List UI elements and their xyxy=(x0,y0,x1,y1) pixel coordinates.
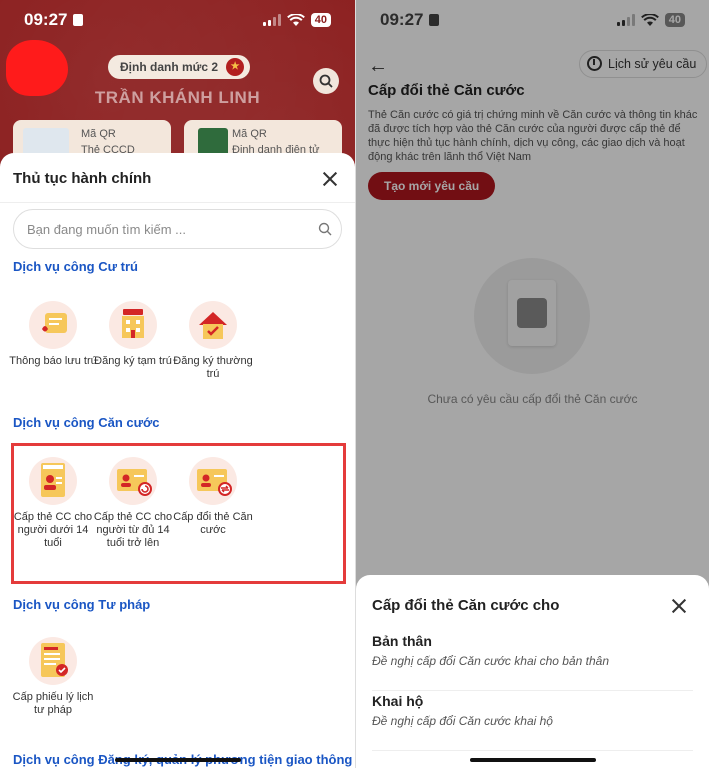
search-input-wrapper xyxy=(13,209,342,249)
sheet-header: Thủ tục hành chính xyxy=(0,153,355,203)
sheet-title: Cấp đổi thẻ Căn cước cho xyxy=(372,597,560,614)
status-time: 09:27 xyxy=(24,10,68,29)
renew-for-sheet: Cấp đổi thẻ Căn cước cho Bản thân Đề ngh… xyxy=(356,575,709,768)
status-bar: 09:27 40 xyxy=(0,0,355,40)
user-name: TRẦN KHÁNH LINH xyxy=(94,88,261,107)
search-icon xyxy=(319,74,333,88)
service-label: Đăng ký thường trú xyxy=(173,355,253,380)
qr-card-title: Mã QR xyxy=(81,128,116,140)
option-title: Bản thân xyxy=(372,633,432,649)
service-label: Đăng ký tạm trú xyxy=(94,355,172,367)
left-screen: 09:27 40 Định danh mức 2 ★ TRẦN KHÁNH LI… xyxy=(0,0,355,768)
qr-card-title: Mã QR xyxy=(232,128,267,140)
service-temporary-residence[interactable]: Đăng ký tạm trú xyxy=(88,301,178,368)
identity-level-badge[interactable]: Định danh mức 2 ★ xyxy=(108,55,251,79)
highlight-box xyxy=(11,443,346,584)
temporary-residence-icon xyxy=(109,301,157,349)
battery-icon: 40 xyxy=(310,13,331,27)
right-screen: 09:27 40 ← Lịch sử yêu cầu Cấp đổi thẻ C… xyxy=(356,0,709,768)
close-icon[interactable] xyxy=(668,595,690,617)
option-self[interactable]: Bản thân Đề nghị cấp đổi Căn cước khai c… xyxy=(372,633,693,691)
section-title-identity: Dịch vụ công Căn cước xyxy=(13,415,160,430)
close-icon[interactable] xyxy=(319,168,341,190)
search-input[interactable] xyxy=(27,221,305,237)
wifi-icon xyxy=(286,13,305,26)
identity-level-label: Định danh mức 2 xyxy=(120,60,219,74)
permanent-residence-icon xyxy=(189,301,237,349)
service-permanent-residence[interactable]: Đăng ký thường trú xyxy=(168,301,258,381)
service-label: Thông báo lưu trú xyxy=(9,355,97,367)
header-search-button[interactable] xyxy=(313,68,339,94)
section-title-judicial: Dịch vụ công Tư pháp xyxy=(13,597,151,612)
option-on-behalf[interactable]: Khai hộ Đề nghị cấp đổi Căn cước khai hộ xyxy=(372,693,693,751)
judicial-record-icon xyxy=(29,637,77,685)
signal-icon xyxy=(262,14,281,26)
service-label: Cấp phiếu lý lịch tư pháp xyxy=(12,691,94,716)
id-badge-icon xyxy=(73,14,84,26)
option-subtitle: Đề nghị cấp đổi Căn cước khai hộ xyxy=(372,714,553,728)
service-judicial-record[interactable]: Cấp phiếu lý lịch tư pháp xyxy=(8,637,98,717)
option-title: Khai hộ xyxy=(372,693,424,709)
shield-icon: ★ xyxy=(226,58,245,76)
home-indicator xyxy=(114,758,241,762)
search-icon[interactable] xyxy=(318,222,332,236)
notice-stay-icon xyxy=(29,301,77,349)
service-notice-stay[interactable]: Thông báo lưu trú xyxy=(8,301,98,368)
section-title-residence: Dịch vụ công Cư trú xyxy=(13,259,138,274)
sheet-title: Thủ tục hành chính xyxy=(13,170,152,187)
option-subtitle: Đề nghị cấp đổi Căn cước khai cho bản th… xyxy=(372,654,610,668)
home-indicator xyxy=(469,758,596,762)
